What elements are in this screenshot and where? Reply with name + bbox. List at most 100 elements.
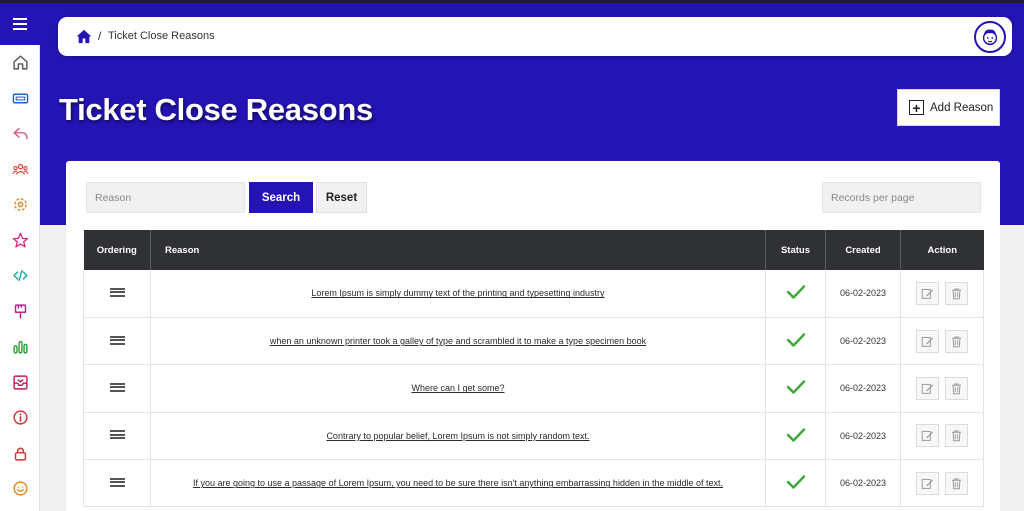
sidebar-item-inbox[interactable] [0, 365, 40, 401]
trash-icon [952, 478, 962, 490]
edit-icon [921, 383, 933, 394]
smile-icon [12, 481, 28, 496]
edit-button[interactable] [915, 376, 939, 400]
user-avatar-icon [982, 29, 998, 46]
drag-handle-icon[interactable] [109, 335, 125, 345]
drag-handle-icon[interactable] [109, 287, 125, 297]
sidebar-item-users[interactable] [0, 152, 40, 188]
ordering-cell [83, 317, 151, 366]
table-row: when an unknown printer took a galley of… [83, 317, 984, 366]
delete-button[interactable] [945, 376, 969, 400]
search-button[interactable]: Search [249, 182, 313, 213]
check-icon[interactable] [786, 379, 806, 395]
delete-button[interactable] [945, 471, 969, 495]
reason-cell: If you are going to use a passage of Lor… [150, 459, 766, 508]
table-row: If you are going to use a passage of Lor… [83, 459, 984, 508]
sidebar-item-security[interactable] [0, 436, 40, 472]
ordering-cell [83, 364, 151, 413]
ordering-cell [83, 459, 151, 508]
delete-button[interactable] [945, 281, 969, 305]
status-cell [765, 270, 826, 318]
column-header-status[interactable]: Status [765, 230, 826, 270]
code-icon [12, 270, 28, 282]
ordering-cell [83, 270, 151, 318]
status-cell [765, 364, 826, 413]
column-header-ordering[interactable]: Ordering [83, 230, 151, 270]
sidebar-item-feedback[interactable] [0, 471, 40, 507]
action-cell [900, 412, 984, 461]
lock-icon [14, 447, 26, 461]
reason-link[interactable]: Where can I get some? [411, 383, 504, 393]
column-header-action: Action [900, 230, 984, 270]
reason-link[interactable]: If you are going to use a passage of Lor… [193, 478, 723, 488]
reply-icon [12, 128, 28, 140]
edit-button[interactable] [915, 471, 939, 495]
check-icon[interactable] [786, 427, 806, 443]
status-cell [765, 317, 826, 366]
trash-icon [952, 383, 962, 395]
reason-cell: Contrary to popular belief, Lorem Ipsum … [150, 412, 766, 461]
edit-button[interactable] [915, 424, 939, 448]
breadcrumb: / Ticket Close Reasons [58, 17, 1012, 56]
add-reason-label: Add Reason [930, 101, 994, 114]
table-row: Contrary to popular belief, Lorem Ipsum … [83, 412, 984, 461]
edit-icon [921, 431, 933, 442]
action-cell [900, 270, 984, 318]
add-reason-button[interactable]: + Add Reason [897, 89, 1000, 126]
reason-cell: when an unknown printer took a galley of… [150, 317, 766, 366]
trash-icon [952, 430, 962, 442]
star-icon [12, 232, 28, 248]
drag-handle-icon[interactable] [109, 477, 125, 487]
table-row: Where can I get some? 06-02-2023 [83, 364, 984, 413]
gear-icon [13, 198, 27, 212]
action-cell [900, 364, 984, 413]
sidebar [0, 3, 40, 511]
reason-search-input[interactable] [86, 182, 245, 213]
edit-button[interactable] [915, 281, 939, 305]
home-icon[interactable] [76, 29, 92, 44]
records-per-page-input[interactable] [822, 182, 981, 213]
plus-icon: + [909, 100, 924, 115]
reason-link[interactable]: when an unknown printer took a galley of… [270, 336, 646, 346]
breadcrumb-separator: / [98, 29, 102, 43]
table-row: Lorem Ipsum is simply dummy text of the … [83, 270, 984, 318]
reason-link[interactable]: Lorem Ipsum is simply dummy text of the … [311, 288, 604, 298]
sidebar-item-favorites[interactable] [0, 223, 40, 259]
check-icon[interactable] [786, 474, 806, 490]
status-cell [765, 412, 826, 461]
check-icon[interactable] [786, 332, 806, 348]
created-cell: 06-02-2023 [825, 270, 901, 318]
drag-handle-icon[interactable] [109, 382, 125, 392]
sidebar-item-reports[interactable] [0, 329, 40, 365]
table-header-row: Ordering Reason Status Created Action [83, 230, 984, 270]
brush-icon [14, 304, 26, 319]
breadcrumb-current: Ticket Close Reasons [108, 30, 215, 42]
delete-button[interactable] [945, 329, 969, 353]
check-icon[interactable] [786, 284, 806, 300]
drag-handle-icon[interactable] [109, 430, 125, 440]
sidebar-item-home[interactable] [0, 45, 40, 81]
sidebar-item-code[interactable] [0, 258, 40, 294]
reason-link[interactable]: Contrary to popular belief, Lorem Ipsum … [326, 431, 589, 441]
created-cell: 06-02-2023 [825, 412, 901, 461]
sidebar-item-replies[interactable] [0, 116, 40, 152]
bar-chart-icon [12, 341, 28, 354]
trash-icon [952, 336, 962, 347]
column-header-reason[interactable]: Reason [150, 230, 766, 270]
trash-icon [952, 288, 962, 300]
users-icon [11, 163, 29, 175]
column-header-created[interactable]: Created [825, 230, 901, 270]
hamburger-icon[interactable] [0, 3, 40, 45]
edit-button[interactable] [915, 329, 939, 353]
avatar[interactable] [974, 21, 1006, 53]
delete-button[interactable] [945, 424, 969, 448]
ticket-icon [12, 93, 28, 104]
sidebar-item-info[interactable] [0, 400, 40, 436]
created-cell: 06-02-2023 [825, 364, 901, 413]
sidebar-item-themes[interactable] [0, 294, 40, 330]
action-cell [900, 317, 984, 366]
reset-button[interactable]: Reset [316, 182, 367, 213]
sidebar-item-settings[interactable] [0, 187, 40, 223]
sidebar-item-tickets[interactable] [0, 81, 40, 117]
edit-icon [921, 336, 933, 347]
